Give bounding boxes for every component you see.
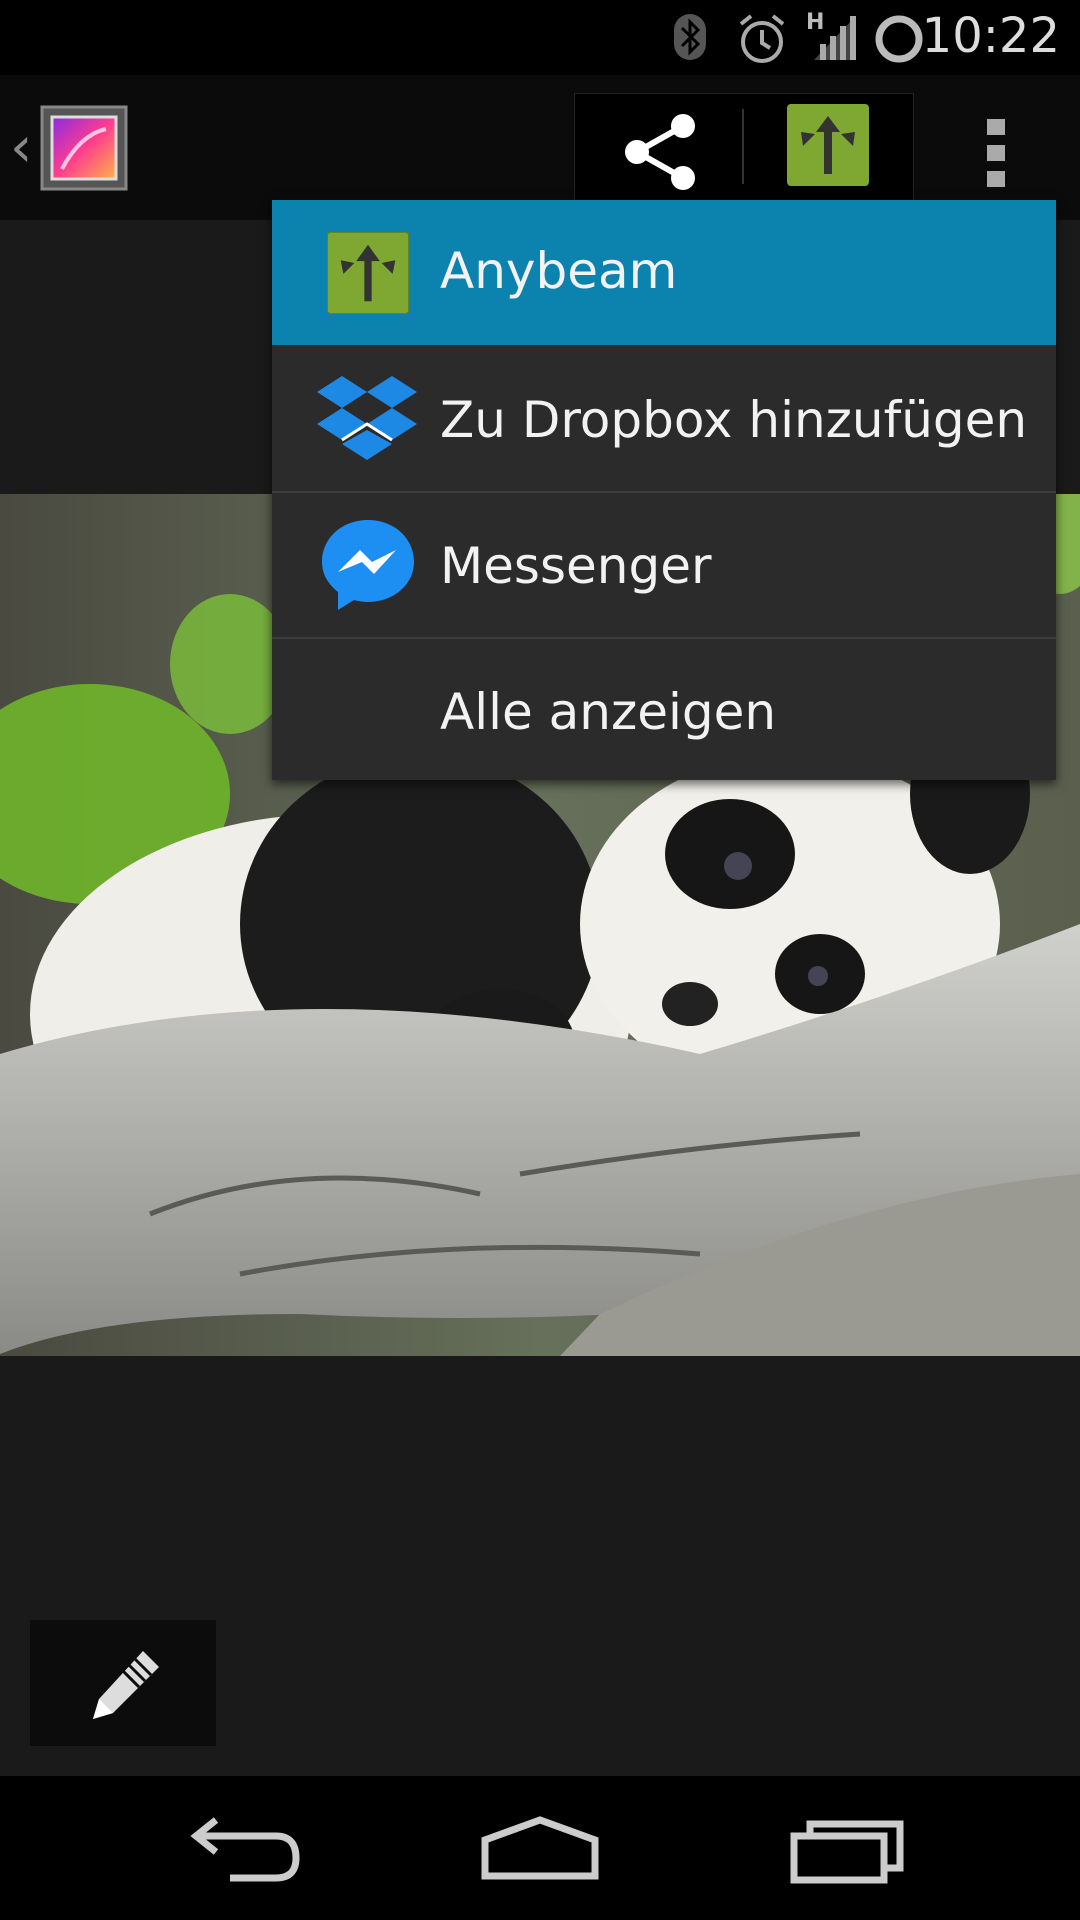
gallery-icon[interactable] xyxy=(40,105,128,191)
edit-button[interactable] xyxy=(30,1620,216,1746)
home-icon[interactable] xyxy=(470,1806,610,1896)
up-caret-icon[interactable]: ‹ xyxy=(10,115,32,180)
clock: 10:22 xyxy=(921,8,1060,64)
anybeam-icon[interactable] xyxy=(787,104,869,186)
back-icon[interactable] xyxy=(170,1806,310,1896)
menu-item-label: Alle anzeigen xyxy=(440,683,777,741)
menu-item-anybeam[interactable]: Anybeam xyxy=(272,200,1056,345)
recents-icon[interactable] xyxy=(780,1806,920,1896)
navigation-bar xyxy=(0,1776,1080,1920)
share-divider xyxy=(742,109,744,184)
menu-item-label: Messenger xyxy=(440,537,712,595)
menu-item-dropbox[interactable]: Zu Dropbox hinzufügen xyxy=(272,346,1056,493)
dropbox-icon xyxy=(317,376,417,460)
menu-item-label: Anybeam xyxy=(440,242,678,300)
bluetooth-icon xyxy=(674,14,706,60)
share-menu: Anybeam Zu Dropbox hinzufügen Messenger … xyxy=(272,200,1056,780)
action-bar: ‹ xyxy=(0,75,1080,220)
share-icon[interactable] xyxy=(615,112,705,192)
alarm-icon xyxy=(739,14,785,63)
menu-item-messenger[interactable]: Messenger xyxy=(272,492,1056,639)
sync-icon xyxy=(875,15,923,63)
pencil-icon xyxy=(93,1651,159,1719)
messenger-icon xyxy=(322,520,414,610)
menu-item-show-all[interactable]: Alle anzeigen xyxy=(272,638,1056,783)
share-action-group xyxy=(574,93,914,203)
menu-item-label: Zu Dropbox hinzufügen xyxy=(440,391,1028,449)
signal-icon xyxy=(814,16,856,60)
anybeam-icon xyxy=(327,232,409,314)
status-bar: H 10:22 xyxy=(0,0,1080,75)
